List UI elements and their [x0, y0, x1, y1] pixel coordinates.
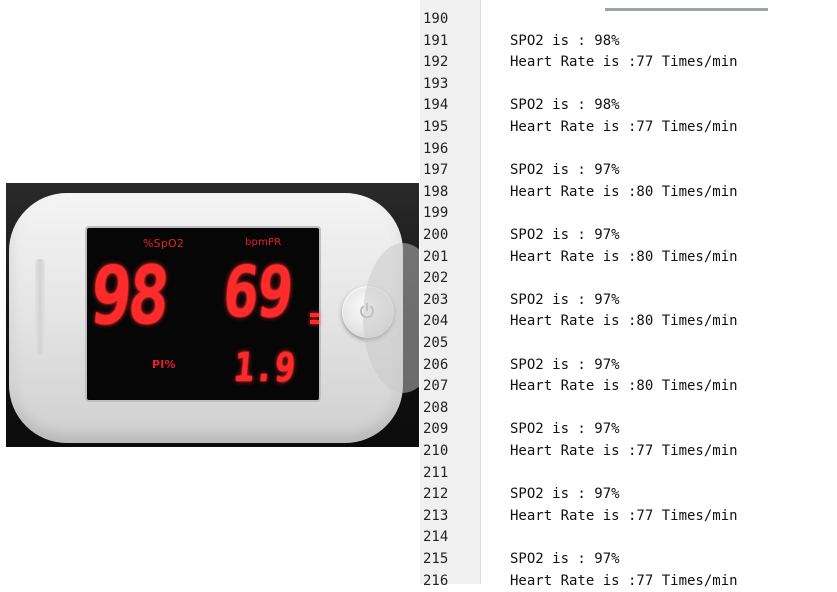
console-line-text: Heart Rate is :80 Times/min: [510, 313, 738, 330]
console-line-text: Heart Rate is :80 Times/min: [510, 248, 738, 265]
perfusion-index-label: PI%: [152, 358, 176, 371]
power-button: [342, 286, 394, 338]
line-number: 193: [423, 75, 449, 92]
line-number: 203: [423, 291, 449, 308]
line-number: 197: [423, 162, 449, 179]
console-line-text: SPO2 is : 97%: [510, 486, 620, 503]
line-number: 196: [423, 140, 449, 157]
line-number: 208: [423, 399, 449, 416]
power-icon: [360, 303, 374, 319]
serial-monitor[interactable]: 190 191 SPO2 is : 98% 192 Heart Rate is :77 …: [420, 0, 837, 589]
console-line-text: SPO2 is : 97%: [510, 551, 620, 567]
line-number: 211: [423, 464, 449, 481]
scroll-indicator: [605, 8, 768, 11]
console-line-text: SPO2 is : 97%: [510, 227, 620, 243]
line-number: 200: [423, 227, 449, 243]
line-number: 199: [423, 205, 449, 222]
line-number: 206: [423, 356, 449, 373]
console-line-text: SPO2 is : 98%: [510, 97, 620, 114]
pulse-rate-reading: 69: [219, 251, 296, 333]
pulse-oximeter-device: %SpO2 bpmPR 98 69 PI% 1.9: [9, 193, 419, 443]
line-number: 212: [423, 486, 449, 503]
console-line-text: Heart Rate is :77 Times/min: [510, 443, 738, 459]
line-number: 215: [423, 551, 449, 567]
line-number: 198: [423, 183, 449, 200]
console-line-text: SPO2 is : 97%: [510, 162, 620, 179]
console-line-text: Heart Rate is :80 Times/min: [510, 183, 738, 200]
line-number: 195: [423, 119, 449, 135]
spo2-reading: 98: [86, 249, 171, 342]
line-number: 214: [423, 529, 449, 546]
brand-emboss: [35, 259, 45, 355]
console-line-text: SPO2 is : 97%: [510, 291, 620, 308]
line-number: 202: [423, 270, 449, 287]
line-number: 194: [423, 97, 449, 114]
console-line-text: Heart Rate is :77 Times/min: [510, 54, 738, 71]
line-number: 207: [423, 378, 449, 395]
perfusion-index-reading: 1.9: [231, 345, 298, 391]
console-line-text: Heart Rate is :77 Times/min: [510, 507, 738, 524]
console-line-text: SPO2 is : 97%: [510, 356, 620, 373]
pulse-rate-unit-label: bpmPR: [245, 237, 282, 248]
line-number: 209: [423, 421, 449, 438]
console-line-text: Heart Rate is :80 Times/min: [510, 378, 738, 395]
line-number: 205: [423, 335, 449, 351]
console-line-text: Heart Rate is :77 Times/min: [510, 572, 738, 589]
console-line-text: SPO2 is : 97%: [510, 421, 620, 438]
console-line-text: Heart Rate is :77 Times/min: [510, 119, 738, 135]
line-number: 213: [423, 507, 449, 524]
line-number: 192: [423, 54, 449, 71]
line-number: 190: [423, 11, 449, 27]
line-number: 210: [423, 443, 449, 459]
oximeter-display: %SpO2 bpmPR 98 69 PI% 1.9: [87, 228, 319, 400]
line-number: 216: [423, 572, 449, 589]
line-number: 201: [423, 248, 449, 265]
line-number: 191: [423, 32, 449, 49]
pulse-bar-icon: [310, 313, 319, 327]
oximeter-photo: %SpO2 bpmPR 98 69 PI% 1.9: [6, 183, 419, 447]
line-number: 204: [423, 313, 449, 330]
console-line-text: SPO2 is : 98%: [510, 32, 620, 49]
